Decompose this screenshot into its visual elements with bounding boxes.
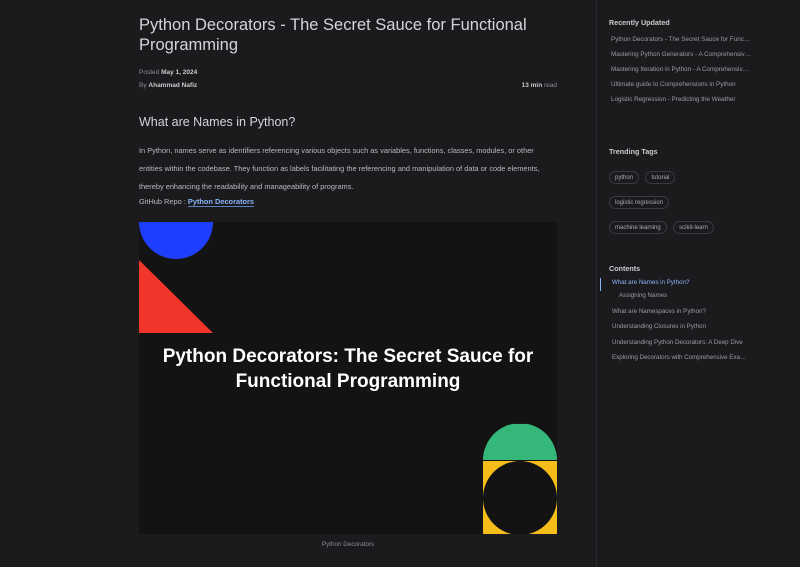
- hero-image: Python Decorators: The Secret Sauce for …: [139, 222, 557, 534]
- read-time-value: 13 min: [521, 82, 543, 89]
- recent-item[interactable]: Mastering Python Generators - A Comprehe…: [611, 50, 751, 65]
- recently-updated-heading: Recently Updated: [609, 18, 670, 27]
- repo-link[interactable]: Python Decorators: [187, 197, 255, 207]
- toc-item-closures[interactable]: Understanding Closures in Python: [600, 322, 750, 338]
- tag-scikit-learn[interactable]: scikit-learn: [673, 221, 714, 234]
- posted-date: May 1, 2024: [161, 69, 198, 76]
- recent-item[interactable]: Ultimate guide to Comprehensions in Pyth…: [611, 80, 751, 95]
- trending-tags-heading: Trending Tags: [609, 147, 658, 156]
- recently-updated-list: Python Decorators - The Secret Sauce for…: [611, 35, 751, 110]
- toc-item-names[interactable]: What are Names in Python?: [600, 278, 750, 291]
- toc-item-namespaces[interactable]: What are Namespaces in Python?: [600, 307, 750, 323]
- author-name[interactable]: Ahammad Nafiz: [148, 82, 197, 89]
- toc-item-decorators-deep-dive[interactable]: Understanding Python Decorators: A Deep …: [600, 338, 750, 354]
- sidebar-divider: [596, 0, 597, 567]
- left-panel: [0, 0, 116, 567]
- article-paragraph: In Python, names serve as identifiers re…: [139, 146, 540, 191]
- image-caption: Python Decorators: [321, 541, 375, 548]
- tag-machine-learning[interactable]: machine learning: [609, 221, 667, 234]
- read-label: read: [543, 82, 557, 89]
- post-author: By Ahammad Nafiz: [139, 82, 197, 89]
- recent-item[interactable]: Python Decorators - The Secret Sauce for…: [611, 35, 751, 50]
- contents-heading: Contents: [609, 264, 641, 273]
- tag-python[interactable]: python: [609, 171, 640, 184]
- toc-item-assigning-names[interactable]: Assigning Names: [600, 291, 750, 307]
- recent-item[interactable]: Logistic Regression - Predicting the Wea…: [611, 95, 751, 110]
- black-circle: [483, 461, 557, 534]
- by-label: By: [139, 82, 147, 89]
- page-title: Python Decorators - The Secret Sauce for…: [139, 16, 527, 54]
- table-of-contents: What are Names in Python? Assigning Name…: [600, 278, 750, 369]
- trending-tags: python tutorial logistic regression mach…: [609, 166, 759, 241]
- github-repo-line: GitHub Repo : Python Decorators: [139, 197, 255, 207]
- red-triangle: [139, 260, 213, 333]
- post-date: Posted May 1, 2024: [139, 69, 197, 76]
- tag-logistic-regression[interactable]: logistic regression: [609, 196, 670, 209]
- recent-item[interactable]: Mastering Iteration in Python - A Compre…: [611, 65, 751, 80]
- tag-tutorial[interactable]: tutorial: [645, 171, 676, 184]
- repo-label: GitHub Repo :: [139, 197, 186, 206]
- section-heading: What are Names in Python?: [139, 115, 296, 129]
- blue-semicircle: [139, 222, 213, 259]
- posted-label: Posted: [139, 69, 160, 76]
- toc-item-decorator-examples[interactable]: Exploring Decorators with Comprehensive …: [600, 353, 750, 369]
- hero-title: Python Decorators: The Secret Sauce for …: [162, 346, 534, 392]
- read-time: 13 min read: [522, 82, 557, 89]
